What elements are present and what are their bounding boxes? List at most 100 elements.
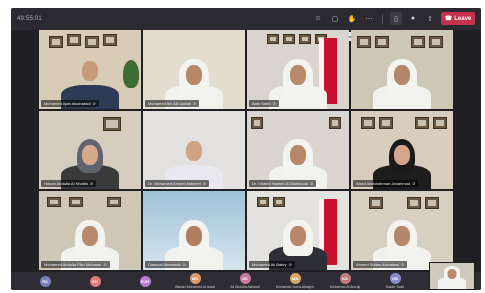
more-icon[interactable]: ⋯ — [363, 12, 375, 25]
wall-picture-frame — [283, 34, 295, 44]
teams-window: 49:55:01 ☺ ▢ ✋ ⋯ ▯ ● ⇧ ☎Leave Turn camer… — [11, 8, 481, 290]
wall-picture-frame — [67, 34, 81, 46]
avatar: MA — [189, 273, 201, 284]
avatar: OB — [389, 273, 401, 284]
meeting-toolbar: ☺ ▢ ✋ ⋯ ▯ ● ⇧ ☎ Leave — [312, 12, 475, 25]
leave-label: Leave — [454, 15, 472, 22]
mic-muted-icon: ⊘ — [89, 181, 94, 187]
participant-video-tile[interactable]: Dr. Mohamed Ahmed Alaseeri ⊘ — [143, 110, 245, 190]
strip-participant[interactable]: OB Bader Sabt — [375, 273, 415, 289]
mic-muted-icon: ⊘ — [202, 181, 207, 187]
participant-figure — [372, 47, 432, 109]
meeting-timer: 49:55:01 — [17, 16, 42, 22]
participant-video-tile[interactable]: Wasil Abdulrahman Janahmad ⊘ — [351, 110, 453, 190]
camera-icon[interactable]: ▯ — [390, 12, 402, 25]
mic-muted-icon: ⊘ — [400, 261, 405, 267]
participant-name-label: Dr. Mohamed Ahmed Alaseeri ⊘ — [145, 180, 210, 188]
participant-video-tile[interactable]: Dawood Almerbati ⊘ — [143, 191, 245, 270]
participant-name-label: Wasil Abdulrahman Janahmad ⊘ — [353, 180, 419, 188]
participant-name-label: Mohamed Abdulla Fikri Mubarak ⊘ — [41, 260, 110, 268]
strip-participant-name: Bader Sabt — [386, 285, 404, 289]
phone-icon: ☎ — [444, 16, 453, 22]
self-view-video[interactable] — [429, 262, 475, 290]
wall-picture-frame — [251, 116, 263, 129]
participant-name-label: Ahmed Sultan Alshalawi ⊘ — [353, 260, 408, 268]
strip-participant[interactable]: RS — [25, 275, 65, 287]
strip-participant-name: Mohamed Al Amraji — [329, 285, 361, 289]
participant-video-tile[interactable]: Hanan Abdulla Al Khalifa ⊘ — [39, 110, 141, 190]
mic-muted-icon: ⊘ — [103, 261, 107, 267]
participant-video-tile[interactable]: Mohamed Ajab Alsubaradi ⊘ — [39, 30, 141, 109]
avatar: KA — [339, 273, 351, 284]
participant-video-tile[interactable] — [351, 30, 453, 109]
participant-video-tile[interactable]: Dr. Khaled Hamed Al Mahmood ⊘ — [247, 110, 349, 190]
meeting-topbar: 49:55:01 ☺ ▢ ✋ ⋯ ▯ ● ⇧ ☎ Leave — [11, 8, 481, 30]
participant-name: Mohamed bin Ali Lootah — [148, 100, 191, 106]
wall-picture-frame — [257, 197, 269, 208]
participant-name-label: Mohamed bin Ali Lootah ⊘ — [145, 99, 200, 107]
strip-participant-name: Wasan Mohamed Al Alawi — [174, 285, 216, 289]
avatar: AK — [239, 273, 251, 284]
participant-name: Dawood Almerbati — [148, 261, 181, 267]
avatar: MA — [289, 273, 301, 284]
strip-participant[interactable]: MA Mohamed Juma Alwajeh — [275, 273, 315, 289]
participant-name: Wasil Abdulrahman Janahmad — [356, 181, 411, 187]
avatar: EJH — [139, 275, 151, 287]
participant-video-tile[interactable]: Mohamed Ali Bakry ⊘ — [247, 191, 349, 270]
wall-picture-frame — [267, 34, 279, 44]
participant-name: Ahmed Sultan Alshalawi — [356, 261, 399, 267]
mic-muted-icon: ⊘ — [182, 261, 186, 267]
mic-muted-icon: ⊘ — [92, 100, 96, 106]
raise-hand-icon[interactable]: ✋ — [346, 12, 358, 25]
mic-muted-icon: ⊘ — [310, 181, 314, 187]
participant-name: Hanan Abdulla Al Khalifa — [44, 181, 88, 187]
participant-video-tile[interactable]: Mohamed bin Ali Lootah ⊘ — [143, 30, 245, 109]
self-view-person — [438, 263, 466, 289]
wall-picture-frame — [103, 34, 117, 46]
mic-muted-icon: ⊘ — [288, 261, 292, 267]
avatar: RS — [39, 275, 51, 287]
participant-name: Dr. Mohamed Ahmed Alaseeri — [148, 181, 201, 187]
wall-picture-frame — [69, 197, 83, 208]
wall-picture-frame — [47, 197, 61, 208]
leave-button[interactable]: ☎ Leave — [441, 12, 475, 25]
wall-picture-frame — [299, 34, 311, 44]
mic-muted-icon: ⊘ — [272, 100, 276, 106]
wall-picture-frame — [357, 36, 371, 48]
participant-strip: RS EH EJH MA Wasan Mohamed Al Alawi AK Ali Abd… — [11, 272, 481, 290]
strip-participant[interactable]: EH — [75, 275, 115, 287]
participants-icon[interactable]: ☺ — [312, 12, 324, 25]
wall-picture-frame — [107, 197, 121, 208]
participant-name: Mohamed Abdulla Fikri Mubarak — [44, 261, 102, 267]
video-grid: Mohamed Ajab Alsubaradi ⊘ Mohamed bin Ali … — [39, 30, 453, 270]
participant-video-tile[interactable]: Ahmed Sultan Alshalawi ⊘ — [351, 191, 453, 270]
mic-muted-icon: ⊘ — [412, 181, 416, 187]
participant-name: Mohamed Ali Bakry — [252, 261, 287, 267]
strip-participant[interactable]: KA Mohamed Al Amraji — [325, 273, 365, 289]
participant-video-tile[interactable]: Bahi Sahri ⊘ — [247, 30, 349, 109]
strip-participant[interactable]: EJH — [125, 275, 165, 287]
toolbar-divider — [382, 13, 383, 24]
mic-muted-icon: ⊘ — [192, 100, 197, 106]
participant-video-tile[interactable]: Mohamed Abdulla Fikri Mubarak ⊘ — [39, 191, 141, 270]
wall-picture-frame — [329, 116, 341, 129]
participant-name-label: Dawood Almerbati ⊘ — [145, 260, 189, 268]
participant-name-label: Mohamed Ali Bakry ⊘ — [249, 260, 295, 268]
mic-icon[interactable]: ● — [407, 12, 419, 25]
strip-participant[interactable]: AK Ali Abdulla Alawadi — [225, 273, 265, 289]
share-icon[interactable]: ⇧ — [424, 12, 436, 25]
participant-name-label: Mohamed Ajab Alsubaradi ⊘ — [41, 99, 99, 107]
chat-icon[interactable]: ▢ — [329, 12, 341, 25]
strip-participant-name: Mohamed Juma Alwajeh — [275, 285, 315, 289]
participant-name: Bahi Sahri — [252, 100, 271, 106]
avatar: EH — [89, 275, 101, 287]
wall-picture-frame — [273, 197, 285, 208]
wall-picture-frame — [433, 116, 447, 129]
strip-participant-name: Ali Abdulla Alawadi — [230, 285, 260, 289]
participant-name: Mohamed Ajab Alsubaradi — [44, 100, 91, 106]
plant — [123, 60, 139, 88]
participant-name-label: Dr. Khaled Hamed Al Mahmood ⊘ — [249, 180, 317, 188]
participant-name-label: Bahi Sahri ⊘ — [249, 99, 279, 107]
participant-name: Dr. Khaled Hamed Al Mahmood — [252, 181, 309, 187]
strip-participant[interactable]: MA Wasan Mohamed Al Alawi — [175, 273, 215, 289]
